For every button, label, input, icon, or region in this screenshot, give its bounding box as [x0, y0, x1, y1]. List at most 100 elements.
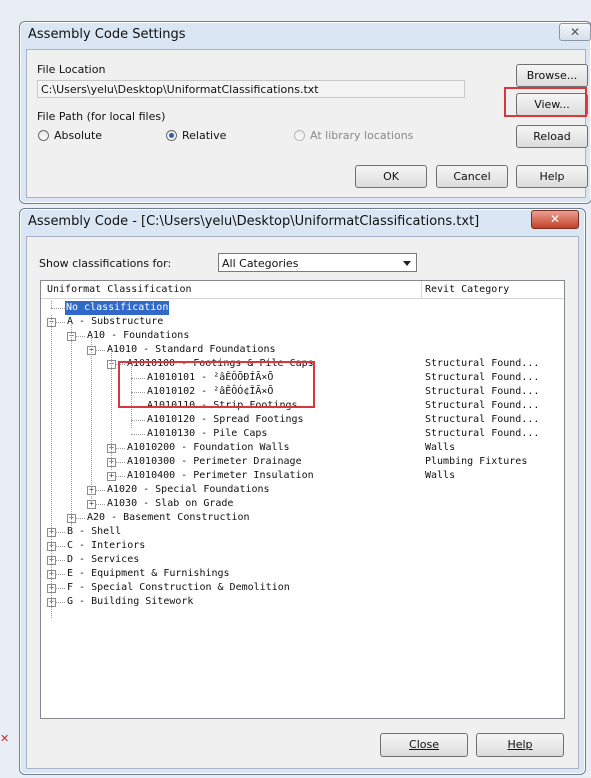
tree-row-label: A1020 - Special Foundations: [107, 484, 270, 495]
tree-row-label: A1010200 - Foundation Walls: [127, 442, 290, 453]
tree-guide-line: [51, 301, 52, 308]
tree-row[interactable]: A1010120 - Spread Footings Structural Fou…: [41, 413, 564, 427]
settings-help-button[interactable]: Help: [516, 165, 588, 188]
tree-row[interactable]: + C - Interiors: [41, 539, 564, 553]
settings-window-title: Assembly Code Settings: [28, 27, 186, 42]
tree-row-label: A1010130 - Pile Caps: [147, 428, 268, 439]
tree-row[interactable]: + B - Shell: [41, 525, 564, 539]
tree-row-category: Structural Found...: [425, 428, 540, 439]
absolute-radio[interactable]: [38, 130, 49, 141]
help-button[interactable]: Help: [476, 733, 564, 757]
tree-row-label: A1010102 - ²âÊÔÓ¢ÎÃ×Õ: [147, 386, 274, 397]
tree-row[interactable]: + A20 - Basement Construction: [41, 511, 564, 525]
settings-client-area: File Location C:\Users\yelu\Desktop\Unif…: [26, 49, 588, 198]
tree-row-label: A1010300 - Perimeter Drainage: [127, 456, 302, 467]
tree-guide-line: [111, 350, 112, 470]
tree-row-label: A1010101 - ²âÊÔÕÐÍÃ×Õ: [147, 372, 274, 383]
tree-row-label: F - Special Construction & Demolition: [67, 582, 290, 593]
tree-row[interactable]: + G - Building Sitework: [41, 595, 564, 609]
tree-row[interactable]: + A1020 - Special Foundations: [41, 483, 564, 497]
tree-row-label: No classification: [65, 301, 170, 315]
assembly-code-settings-window: Assembly Code Settings ✕ File Location C…: [19, 21, 591, 204]
relative-radio[interactable]: [166, 130, 177, 141]
tree-row-category: Walls: [425, 470, 456, 481]
file-location-value: C:\Users\yelu\Desktop\UniformatClassific…: [41, 83, 319, 96]
tree-row-label: A1010100 - Footings & Pile Caps: [127, 358, 314, 369]
column-header-category[interactable]: Revit Category: [425, 284, 509, 295]
tree-row-category: Walls: [425, 442, 456, 453]
tree-row-label: A20 - Basement Construction: [87, 512, 250, 523]
tree-row-label: A1010120 - Spread Footings: [147, 414, 304, 425]
cancel-button[interactable]: Cancel: [436, 165, 508, 188]
tree-guide-line: [131, 364, 132, 428]
tree-row[interactable]: + E - Equipment & Furnishings: [41, 567, 564, 581]
tree-guide-line: [51, 315, 52, 618]
file-location-field[interactable]: C:\Users\yelu\Desktop\UniformatClassific…: [37, 80, 465, 98]
tree-row-category: Structural Found...: [425, 372, 540, 383]
assembly-code-window: Assembly Code - [C:\Users\yelu\Desktop\U…: [19, 208, 586, 775]
tree-row-label: A - Substructure: [67, 316, 164, 327]
close-button[interactable]: Close: [380, 733, 468, 757]
tree-row[interactable]: − A1010 - Standard Foundations: [41, 343, 564, 357]
background-window-edge: ✕: [0, 732, 10, 745]
tree-row[interactable]: − A - Substructure: [41, 315, 564, 329]
tree-row[interactable]: − A10 - Foundations: [41, 329, 564, 343]
tree-row[interactable]: + A1010400 - Perimeter Insulation Walls: [41, 469, 564, 483]
tree-row[interactable]: + F - Special Construction & Demolition: [41, 581, 564, 595]
tree-guide-line: [91, 336, 92, 505]
reload-button[interactable]: Reload: [516, 125, 588, 148]
tree-row-label: C - Interiors: [67, 540, 146, 551]
tree-row[interactable]: A1010130 - Pile Caps Structural Found...: [41, 427, 564, 441]
category-dropdown[interactable]: All Categories: [218, 253, 417, 272]
tree-row[interactable]: A1010102 - ²âÊÔÓ¢ÎÃ×Õ Structural Found...: [41, 385, 564, 399]
tree-row[interactable]: + A1010200 - Foundation Walls Walls: [41, 441, 564, 455]
tree-row-label: A1010110 - Strip Footings: [147, 400, 298, 411]
help-button-label: Help: [507, 738, 533, 751]
tree-row[interactable]: − A1010100 - Footings & Pile Caps Structur…: [41, 357, 564, 371]
close-icon: ✕: [549, 212, 561, 226]
ok-button[interactable]: OK: [355, 165, 427, 188]
tree-row-no-classification[interactable]: No classification: [41, 301, 564, 315]
settings-close-button[interactable]: ✕: [559, 23, 591, 41]
tree-row[interactable]: + D - Services: [41, 553, 564, 567]
tree-rows: No classification − A - Substructure − A10 -…: [41, 301, 564, 718]
tree-row-category: Structural Found...: [425, 386, 540, 397]
assembly-code-window-title: Assembly Code - [C:\Users\yelu\Desktop\U…: [28, 214, 480, 229]
category-dropdown-value: All Categories: [222, 257, 299, 270]
close-button-label: Close: [409, 738, 439, 751]
tree-row-label: A10 - Foundations: [87, 330, 190, 341]
relative-radio-label[interactable]: Relative: [182, 129, 226, 142]
expand-icon[interactable]: +: [107, 472, 116, 481]
tree-row-label: D - Services: [67, 554, 140, 565]
tree-row-category: Structural Found...: [425, 400, 540, 411]
tree-row[interactable]: A1010101 - ²âÊÔÕÐÍÃ×Õ Structural Found...: [41, 371, 564, 385]
show-classifications-text: Show classifications for:: [39, 257, 172, 270]
tree-row-label: B - Shell: [67, 526, 122, 537]
tree-guide-line: [71, 322, 72, 526]
show-classifications-label: Show classifications for:: [39, 257, 171, 270]
file-path-label: File Path (for local files): [37, 110, 166, 123]
tree-row[interactable]: + A1030 - Slab on Grade: [41, 497, 564, 511]
assembly-code-close-button[interactable]: ✕: [531, 210, 579, 229]
view-button[interactable]: View...: [516, 93, 588, 116]
file-location-label: File Location: [37, 63, 106, 76]
tree-row-category: Structural Found...: [425, 358, 540, 369]
tree-row-category: Plumbing Fixtures: [425, 456, 528, 467]
chevron-down-icon: [403, 261, 411, 266]
browse-button[interactable]: Browse...: [516, 64, 588, 87]
tree-row-label: A1030 - Slab on Grade: [107, 498, 234, 509]
tree-header: Uniformat Classification Revit Category: [41, 281, 564, 299]
library-locations-radio-label[interactable]: At library locations: [310, 129, 413, 142]
absolute-radio-label[interactable]: Absolute: [54, 129, 102, 142]
tree-row[interactable]: + A1010300 - Perimeter Drainage Plumbing F…: [41, 455, 564, 469]
classification-tree[interactable]: Uniformat Classification Revit Category …: [40, 280, 565, 719]
close-icon: ✕: [569, 25, 581, 39]
assembly-code-client-area: Show classifications for: All Categories…: [26, 236, 579, 769]
tree-row-label: A1010 - Standard Foundations: [107, 344, 276, 355]
tree-row-label: G - Building Sitework: [67, 596, 194, 607]
tree-row[interactable]: A1010110 - Strip Footings Structural Foun…: [41, 399, 564, 413]
column-header-classification[interactable]: Uniformat Classification: [47, 284, 192, 295]
tree-row-label: E - Equipment & Furnishings: [67, 568, 230, 579]
tree-row-label: A1010400 - Perimeter Insulation: [127, 470, 314, 481]
library-locations-radio[interactable]: [294, 130, 305, 141]
